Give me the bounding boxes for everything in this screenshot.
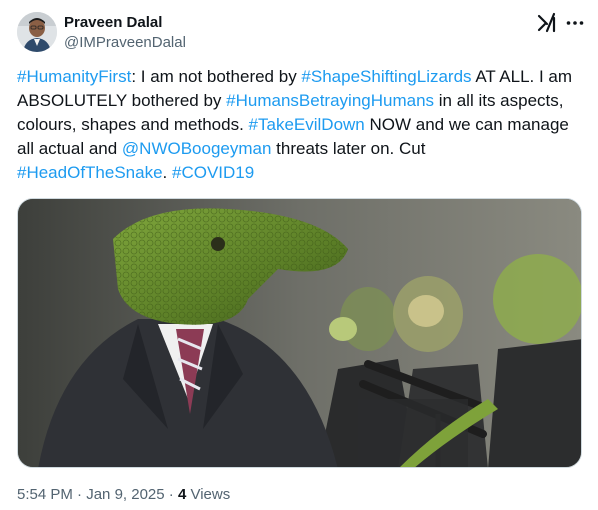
grok-icon[interactable] — [536, 12, 558, 34]
tweet-media-image[interactable] — [17, 198, 582, 468]
author-name[interactable]: Praveen Dalal — [64, 14, 186, 32]
tweet-text-segment: . — [162, 163, 172, 182]
mention-nwoboogeyman[interactable]: @NWOBoogeyman — [122, 139, 272, 158]
hashtag-humanityfirst[interactable]: #HumanityFirst — [17, 67, 131, 86]
hashtag-shapeshiftinglizards[interactable]: #ShapeShiftingLizards — [301, 67, 471, 86]
views-label: Views — [186, 486, 231, 503]
avatar[interactable] — [17, 12, 57, 52]
tweet-text-segment: : I am not bothered by — [131, 67, 302, 86]
hashtag-covid19[interactable]: #COVID19 — [172, 163, 254, 182]
hashtag-humansbetrayinghumans[interactable]: #HumansBetrayingHumans — [226, 91, 434, 110]
user-info: Praveen Dalal @IMPraveenDalal — [64, 14, 186, 53]
author-handle[interactable]: @IMPraveenDalal — [64, 33, 186, 53]
meta-separator: · — [164, 486, 178, 503]
tweet-time[interactable]: 5:54 PM — [17, 486, 73, 503]
tweet-text: #HumanityFirst: I am not bothered by #Sh… — [17, 65, 577, 185]
tweet-meta: 5:54 PM · Jan 9, 2025 · 4 Views — [17, 485, 230, 505]
more-options-icon[interactable] — [563, 11, 587, 35]
hashtag-takeevildown[interactable]: #TakeEvilDown — [249, 115, 365, 134]
tweet-header: Praveen Dalal @IMPraveenDalal — [17, 11, 587, 55]
hashtag-headofthesnake[interactable]: #HeadOfTheSnake — [17, 163, 163, 182]
tweet-date[interactable]: Jan 9, 2025 — [86, 486, 164, 503]
meta-separator: · — [72, 486, 87, 503]
tweet-text-segment: threats later on. Cut — [271, 139, 426, 158]
